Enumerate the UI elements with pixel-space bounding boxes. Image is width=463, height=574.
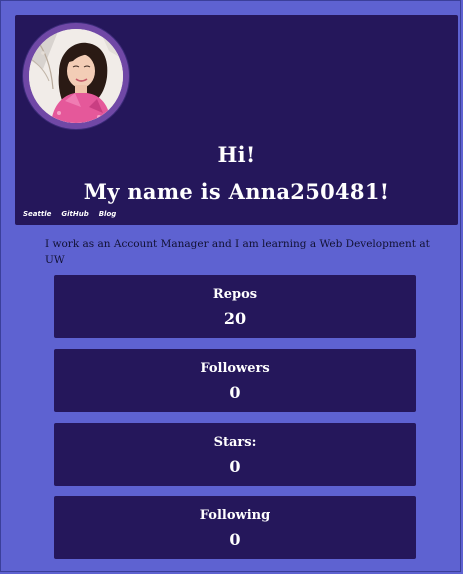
profile-header: Hi! My name is Anna250481! Seattle GitHu… [15,15,458,225]
bio-text: I work as an Account Manager and I am le… [45,238,430,266]
stat-label: Stars: [213,435,257,450]
stat-label: Following [199,508,271,523]
stat-card-repos: Repos 20 [54,275,416,338]
stat-value: 0 [229,530,241,549]
stat-label: Repos [212,287,258,302]
stat-card-following: Following 0 [54,496,416,559]
github-link[interactable]: GitHub [61,210,88,218]
stat-value: 0 [229,457,241,476]
location-link[interactable]: Seattle [23,210,51,218]
profile-links: Seattle GitHub Blog [23,210,116,218]
blog-link[interactable]: Blog [99,210,117,218]
stat-label: Followers [200,361,270,376]
greeting-heading: Hi! [217,142,256,167]
stat-value: 0 [229,383,241,402]
name-heading: My name is Anna250481! [83,179,390,204]
avatar [23,23,129,129]
stat-card-stars: Stars: 0 [54,423,416,486]
stat-card-followers: Followers 0 [54,349,416,412]
stat-value: 20 [223,309,247,328]
avatar-photo [29,29,123,123]
